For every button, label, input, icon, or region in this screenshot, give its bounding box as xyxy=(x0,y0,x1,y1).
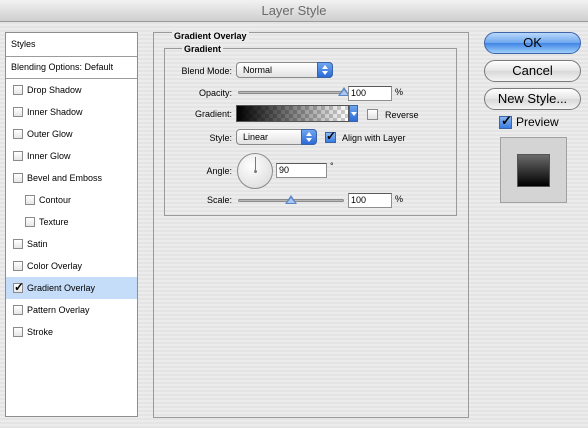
style-item-label: Inner Shadow xyxy=(27,107,83,117)
preview-swatch xyxy=(517,154,550,187)
styles-header[interactable]: Styles xyxy=(6,33,137,57)
window-titlebar: Layer Style xyxy=(0,0,588,22)
blending-options-item[interactable]: Blending Options: Default xyxy=(6,57,137,79)
style-item-stroke[interactable]: Stroke xyxy=(6,321,137,343)
style-value: Linear xyxy=(243,132,269,142)
opacity-input[interactable]: 100 xyxy=(348,86,392,101)
group-title: Gradient xyxy=(182,44,224,54)
reverse-label: Reverse xyxy=(385,110,419,120)
scale-unit: % xyxy=(395,194,404,204)
preview-checkbox[interactable]: ✓ xyxy=(499,113,512,129)
style-checkbox[interactable] xyxy=(25,217,35,227)
opacity-label: Opacity: xyxy=(198,88,232,98)
angle-label: Angle: xyxy=(206,166,232,176)
gradient-swatch[interactable] xyxy=(236,105,349,122)
style-checkbox[interactable] xyxy=(13,305,23,315)
style-checkbox[interactable] xyxy=(13,261,23,271)
style-item-contour[interactable]: Contour xyxy=(6,189,137,211)
style-item-drop-shadow[interactable]: Drop Shadow xyxy=(6,79,137,101)
angle-input[interactable]: 90 xyxy=(276,163,327,178)
style-item-inner-shadow[interactable]: Inner Shadow xyxy=(6,101,137,123)
gradient-dropdown-icon[interactable] xyxy=(349,105,358,122)
style-item-bevel-and-emboss[interactable]: Bevel and Emboss xyxy=(6,167,137,189)
style-checkbox[interactable] xyxy=(13,129,23,139)
style-item-pattern-overlay[interactable]: Pattern Overlay xyxy=(6,299,137,321)
style-item-satin[interactable]: Satin xyxy=(6,233,137,255)
scale-slider-thumb[interactable] xyxy=(285,195,297,204)
preview-thumbnail xyxy=(500,137,567,203)
style-label: Style: xyxy=(209,133,232,143)
style-item-label: Pattern Overlay xyxy=(27,305,90,315)
style-item-label: Outer Glow xyxy=(27,129,73,139)
style-item-gradient-overlay[interactable]: ✓ Gradient Overlay xyxy=(6,277,137,299)
new-style-button[interactable]: New Style... xyxy=(484,88,581,110)
style-select[interactable]: Linear xyxy=(236,129,317,145)
style-item-label: Stroke xyxy=(27,327,54,337)
blend-mode-value: Normal xyxy=(243,65,273,75)
style-checkbox[interactable] xyxy=(25,195,35,205)
blend-mode-label: Blend Mode: xyxy=(181,66,232,76)
align-with-layer-checkbox[interactable]: ✓ xyxy=(325,129,337,143)
style-item-inner-glow[interactable]: Inner Glow xyxy=(6,145,137,167)
angle-dial[interactable] xyxy=(237,153,273,189)
panel-title: Gradient Overlay xyxy=(172,31,249,41)
opacity-unit: % xyxy=(395,87,404,97)
angle-unit: ° xyxy=(330,161,334,171)
style-checkbox[interactable]: ✓ xyxy=(13,280,25,294)
style-item-label: Drop Shadow xyxy=(27,85,82,95)
angle-center xyxy=(254,170,257,173)
opacity-slider[interactable] xyxy=(238,91,344,94)
style-item-label: Gradient Overlay xyxy=(27,283,96,293)
style-item-label: Color Overlay xyxy=(27,261,83,271)
style-checkbox[interactable] xyxy=(13,239,23,249)
style-checkbox[interactable] xyxy=(13,151,23,161)
align-with-layer-label: Align with Layer xyxy=(342,133,406,143)
style-item-label: Inner Glow xyxy=(27,151,71,161)
gradient-label: Gradient: xyxy=(194,109,232,119)
style-item-color-overlay[interactable]: Color Overlay xyxy=(6,255,137,277)
styles-list: Styles Blending Options: Default Drop Sh… xyxy=(5,32,138,417)
style-item-texture[interactable]: Texture xyxy=(6,211,137,233)
style-item-label: Texture xyxy=(39,217,69,227)
checkmark-icon: ✓ xyxy=(326,129,337,143)
style-item-label: Contour xyxy=(39,195,72,205)
ok-button[interactable]: OK xyxy=(484,32,581,54)
style-checkbox[interactable] xyxy=(13,85,23,95)
select-arrows-icon xyxy=(301,129,317,145)
scale-label: Scale: xyxy=(206,195,232,205)
checkmark-icon: ✓ xyxy=(501,113,512,128)
style-checkbox[interactable] xyxy=(13,107,23,117)
select-arrows-icon xyxy=(317,62,333,78)
cancel-button[interactable]: Cancel xyxy=(484,60,581,82)
style-item-label: Bevel and Emboss xyxy=(27,173,103,183)
window-title: Layer Style xyxy=(261,3,327,18)
style-item-label: Satin xyxy=(27,239,48,249)
style-item-outer-glow[interactable]: Outer Glow xyxy=(6,123,137,145)
style-checkbox[interactable] xyxy=(13,327,23,337)
style-checkbox[interactable] xyxy=(13,173,23,183)
scale-input[interactable]: 100 xyxy=(348,193,392,208)
preview-label: Preview xyxy=(516,115,559,129)
reverse-checkbox[interactable] xyxy=(367,109,378,120)
checkmark-icon: ✓ xyxy=(14,280,25,294)
blend-mode-select[interactable]: Normal xyxy=(236,62,333,78)
